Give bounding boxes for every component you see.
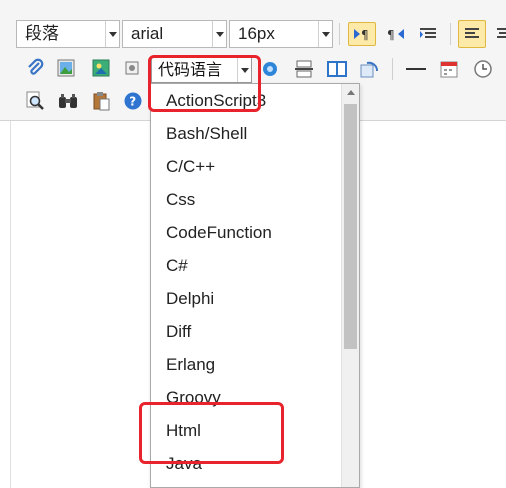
dropdown-option[interactable]: Diff — [151, 315, 359, 348]
font-family-select[interactable]: arial — [122, 20, 227, 48]
help-icon[interactable]: ? — [121, 89, 145, 113]
dropdown-option[interactable]: C# — [151, 249, 359, 282]
chevron-down-icon — [318, 21, 332, 47]
svg-text:¶: ¶ — [361, 28, 369, 42]
dropdown-option[interactable]: Erlang — [151, 348, 359, 381]
chevron-down-icon — [237, 58, 251, 82]
rtl-icon[interactable]: ¶ — [384, 22, 408, 46]
horizontal-rule-icon[interactable] — [404, 57, 428, 81]
page-break-icon[interactable] — [292, 57, 316, 81]
binoculars-icon[interactable] — [56, 89, 80, 113]
code-language-dropdown: ActionScript3 Bash/Shell C/C++ Css CodeF… — [150, 83, 360, 488]
paste-icon[interactable] — [89, 89, 113, 113]
indent-icon[interactable] — [416, 22, 440, 46]
ltr-icon[interactable]: ¶ — [348, 22, 376, 46]
toolbar-separator — [392, 58, 393, 80]
paragraph-select-value: 段落 — [25, 24, 59, 43]
search-replace-icon[interactable] — [23, 89, 47, 113]
image-icon[interactable] — [54, 56, 78, 80]
scroll-up-arrow-icon[interactable] — [342, 84, 359, 101]
dropdown-option[interactable]: CodeFunction — [151, 216, 359, 249]
toolbar-separator — [450, 23, 451, 45]
date-icon[interactable] — [437, 57, 461, 81]
align-left-icon[interactable] — [458, 20, 486, 48]
background-icon[interactable] — [357, 57, 381, 81]
dropdown-option[interactable]: Css — [151, 183, 359, 216]
toolbar-separator — [339, 23, 340, 45]
chevron-down-icon — [105, 21, 119, 47]
template-icon[interactable] — [325, 57, 349, 81]
code-language-select[interactable]: 代码语言 — [151, 57, 252, 83]
scrollbar-thumb[interactable] — [344, 104, 357, 349]
chevron-down-icon — [212, 21, 226, 47]
dropdown-option[interactable]: C/C++ — [151, 150, 359, 183]
dropdown-option[interactable]: Java — [151, 447, 359, 480]
attachment-icon[interactable] — [23, 56, 47, 80]
dropdown-option-html[interactable]: Html — [151, 414, 359, 447]
dropdown-option[interactable]: Bash/Shell — [151, 117, 359, 150]
font-size-select-value: 16px — [238, 24, 275, 43]
dropdown-option[interactable]: ActionScript3 — [151, 84, 359, 117]
paragraph-select[interactable]: 段落 — [16, 20, 120, 48]
time-icon[interactable] — [471, 57, 495, 81]
svg-text:¶: ¶ — [387, 28, 395, 42]
code-language-select-value: 代码语言 — [158, 60, 223, 79]
code-language-list: ActionScript3 Bash/Shell C/C++ Css CodeF… — [151, 84, 359, 480]
dropdown-scrollbar[interactable] — [341, 84, 359, 487]
dropdown-option[interactable]: Delphi — [151, 282, 359, 315]
dropdown-option[interactable]: Groovy — [151, 381, 359, 414]
font-family-select-value: arial — [131, 24, 164, 43]
svg-text:?: ? — [129, 95, 136, 109]
align-center-icon[interactable] — [492, 22, 506, 46]
font-size-select[interactable]: 16px — [229, 20, 333, 48]
video-icon[interactable] — [123, 56, 141, 80]
map-icon[interactable] — [258, 57, 282, 81]
insert-image-icon[interactable] — [89, 56, 113, 80]
